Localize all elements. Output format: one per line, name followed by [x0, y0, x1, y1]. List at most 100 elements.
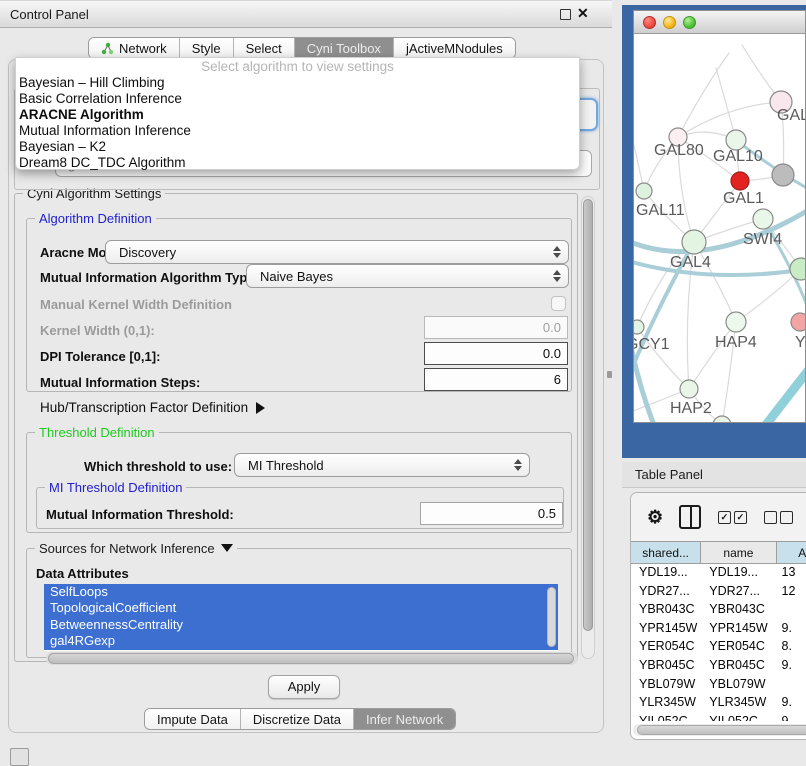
- hub-section-toggle[interactable]: Hub/Transcription Factor Definition: [40, 400, 265, 415]
- table-row[interactable]: YBR043CYBR043C: [631, 600, 806, 619]
- spinner-arrows-icon: [550, 246, 564, 258]
- tab-cyni-toolbox[interactable]: Cyni Toolbox: [295, 38, 394, 58]
- algorithm-popup-item[interactable]: Bayesian – K2: [16, 139, 579, 155]
- tab-label: Discretize Data: [253, 712, 341, 727]
- data-attributes-list[interactable]: SelfLoopsTopologicalCoefficientBetweenne…: [44, 584, 558, 651]
- attributes-vertical-scrollbar[interactable]: [546, 586, 557, 649]
- bottom-tab-impute-data[interactable]: Impute Data: [145, 709, 241, 729]
- table-horizontal-scrollbar[interactable]: [633, 724, 806, 736]
- network-window-titlebar[interactable]: [634, 11, 805, 34]
- network-canvas[interactable]: GALGAL80GAL10GAL1GAL11SWI4GAL4GCY1HAP4YH…: [634, 33, 805, 422]
- sources-group-title[interactable]: Sources for Network Inference: [35, 541, 237, 556]
- network-node-label: GAL1: [723, 190, 764, 207]
- aracne-mode-combo[interactable]: Discovery: [105, 240, 569, 264]
- algorithm-popup-item[interactable]: Bayesian – Hill Climbing: [16, 75, 579, 91]
- table-column-header[interactable]: A: [777, 542, 806, 563]
- network-node[interactable]: [726, 130, 746, 150]
- network-node-label: GAL11: [636, 202, 685, 219]
- network-node[interactable]: [682, 230, 706, 254]
- network-node-label: HAP2: [670, 400, 712, 417]
- table-cell: YBL079W: [631, 675, 701, 694]
- tab-label: Impute Data: [157, 712, 228, 727]
- mi-steps-input[interactable]: 6: [424, 368, 568, 391]
- network-edge[interactable]: [634, 128, 644, 191]
- network-node[interactable]: [791, 313, 805, 331]
- network-edge[interactable]: [716, 68, 736, 140]
- network-node[interactable]: [634, 320, 644, 334]
- table-row[interactable]: YDR27...YDR27...12: [631, 582, 806, 601]
- table-cell: YIL052C: [631, 712, 701, 721]
- algorithm-popup-item[interactable]: Dream8 DC_TDC Algorithm: [16, 155, 579, 171]
- bottom-tab-infer-network[interactable]: Infer Network: [354, 709, 455, 729]
- apply-button[interactable]: Apply: [268, 675, 340, 699]
- which-threshold-combo[interactable]: MI Threshold: [234, 453, 530, 477]
- unchecked-columns-icon[interactable]: [764, 511, 793, 524]
- table-row[interactable]: YBR045CYBR045C9.: [631, 656, 806, 675]
- algorithm-popup-item[interactable]: Basic Correlation Inference: [16, 91, 579, 107]
- table-column-header[interactable]: shared...: [631, 542, 701, 563]
- table-row[interactable]: YBL079WYBL079W: [631, 675, 806, 694]
- data-attribute-item[interactable]: BetweennessCentrality: [44, 617, 558, 633]
- mi-steps-label: Mutual Information Steps:: [40, 375, 200, 390]
- table-row[interactable]: YIL052CYIL052C9: [631, 712, 806, 721]
- panel-dock-icon[interactable]: [10, 748, 29, 766]
- network-edge[interactable]: [762, 358, 805, 422]
- table-cell: YPR145W: [701, 619, 776, 638]
- control-panel-tabbar: NetworkStyle Select Cyni ToolboxjActiveMNo…: [88, 37, 516, 59]
- table-cell: [777, 675, 806, 694]
- dpi-tolerance-input[interactable]: 0.0: [424, 342, 568, 365]
- network-edge[interactable]: [736, 269, 801, 322]
- collapsed-arrow-icon: [256, 402, 265, 414]
- tab-style[interactable]: Style: [180, 38, 234, 58]
- table-row[interactable]: YDL19...YDL19...13: [631, 563, 806, 582]
- data-attribute-item[interactable]: gal4RGexp: [44, 633, 558, 649]
- kernel-width-input[interactable]: 0.0: [424, 316, 568, 339]
- tab-jactivemnodules[interactable]: jActiveMNodules: [394, 38, 515, 58]
- table-row[interactable]: YER054CYER054C8.: [631, 637, 806, 656]
- gear-icon[interactable]: ⚙: [647, 507, 663, 528]
- close-panel-icon[interactable]: ✕: [577, 5, 589, 22]
- algorithm-popup-item[interactable]: ARACNE Algorithm: [16, 107, 579, 123]
- minimize-window-icon[interactable]: [663, 16, 676, 29]
- data-attribute-item[interactable]: TopologicalCoefficient: [44, 600, 558, 616]
- network-edge[interactable]: [634, 261, 805, 275]
- mi-threshold-label: Mutual Information Threshold:: [46, 507, 234, 522]
- bottom-tab-discretize-data[interactable]: Discretize Data: [241, 709, 354, 729]
- network-node[interactable]: [680, 380, 698, 398]
- table-cell: YDL19...: [701, 563, 776, 582]
- close-window-icon[interactable]: [643, 16, 656, 29]
- table-row[interactable]: YLR345WYLR345W9.: [631, 693, 806, 712]
- table-column-header[interactable]: name: [701, 542, 776, 563]
- mi-type-combo[interactable]: Naive Bayes: [246, 264, 569, 288]
- table-header-row[interactable]: shared...nameA: [631, 541, 806, 564]
- network-edge[interactable]: [678, 53, 729, 137]
- checked-columns-icon[interactable]: ✓✓: [718, 511, 747, 524]
- settings-vertical-scrollbar[interactable]: [581, 196, 595, 659]
- network-node[interactable]: [726, 312, 746, 332]
- data-attribute-item[interactable]: SelfLoops: [44, 584, 558, 600]
- manual-kernel-checkbox[interactable]: [551, 296, 566, 311]
- splitter-collapse-handle[interactable]: [607, 371, 612, 378]
- hub-section-label: Hub/Transcription Factor Definition: [40, 400, 248, 415]
- mi-threshold-input[interactable]: 0.5: [420, 502, 563, 525]
- network-node[interactable]: [753, 209, 773, 229]
- network-view-window[interactable]: GALGAL80GAL10GAL1GAL11SWI4GAL4GCY1HAP4YH…: [633, 10, 806, 423]
- float-panel-icon[interactable]: [560, 9, 571, 20]
- network-node[interactable]: [772, 164, 794, 186]
- table-row[interactable]: YPR145WYPR145W9.: [631, 619, 806, 638]
- network-node[interactable]: [713, 416, 731, 422]
- settings-horizontal-scrollbar[interactable]: [46, 652, 578, 665]
- split-pane-icon[interactable]: [679, 505, 701, 529]
- tab-network[interactable]: Network: [89, 38, 180, 58]
- tab-label: Infer Network: [366, 712, 443, 727]
- network-node[interactable]: [731, 172, 749, 190]
- network-node[interactable]: [636, 183, 652, 199]
- zoom-window-icon[interactable]: [683, 16, 696, 29]
- algorithm-popup-item[interactable]: Mutual Information Inference: [16, 123, 579, 139]
- cyni-toolbox-bottom-tabbar: Impute Data Discretize Data Infer Network: [144, 708, 456, 730]
- table-cell: [777, 600, 806, 619]
- table-cell: YBR043C: [631, 600, 701, 619]
- table-body[interactable]: YDL19...YDL19...13YDR27...YDR27...12YBR0…: [631, 563, 806, 721]
- tab-select[interactable]: Select: [234, 38, 295, 58]
- tab-label: Select: [246, 41, 282, 56]
